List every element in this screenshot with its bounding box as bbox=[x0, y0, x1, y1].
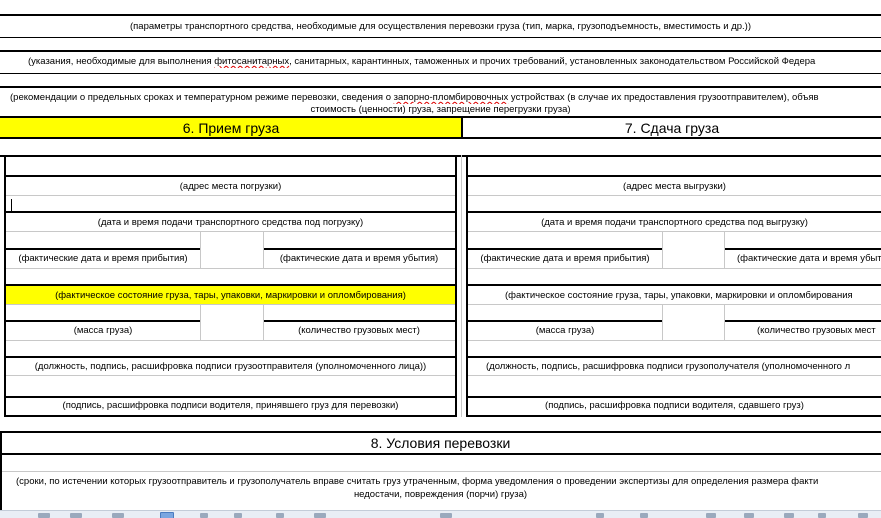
row-border bbox=[468, 320, 662, 322]
column-gridline bbox=[662, 305, 663, 341]
section7-driver-signature: (подпись, расшифровка подписи водителя, … bbox=[545, 400, 804, 411]
column-gridline bbox=[200, 305, 201, 341]
row-border bbox=[0, 37, 881, 38]
section8-terms-line2: недостачи, повреждения (порчи) груза) bbox=[353, 489, 528, 500]
row-gridline bbox=[6, 268, 455, 269]
toolbar-selected-button-icon[interactable] bbox=[160, 512, 174, 518]
row-border bbox=[6, 175, 455, 177]
row-gridline bbox=[468, 231, 881, 232]
section7-cargo-condition: (фактическое состояние груза, тары, упак… bbox=[505, 290, 853, 301]
section8-title: 8. Условия перевозки bbox=[370, 435, 511, 451]
row-border bbox=[263, 248, 455, 250]
row-gridline bbox=[6, 231, 455, 232]
column-gridline bbox=[200, 232, 201, 269]
row-gridline bbox=[468, 375, 881, 376]
section6-places-count: (количество грузовых мест) bbox=[298, 325, 420, 336]
toolbar-button-icon[interactable] bbox=[314, 513, 326, 518]
column-gridline bbox=[662, 232, 663, 269]
row-border bbox=[0, 137, 881, 139]
section8-terms-line1: (сроки, по истечении которых грузоотправ… bbox=[16, 476, 819, 487]
row-gridline bbox=[6, 195, 455, 196]
row-border bbox=[6, 248, 200, 250]
section6-vehicle-arrival-datetime: (дата и время подачи транспортного средс… bbox=[97, 217, 364, 228]
section7-places-count: (количество грузовых мест bbox=[757, 325, 876, 336]
section6-shipper-signature: (должность, подпись, расшифровка подписи… bbox=[34, 361, 427, 372]
toolbar-button-icon[interactable] bbox=[818, 513, 826, 518]
toolbar-button-icon[interactable] bbox=[276, 513, 284, 518]
row-border bbox=[0, 50, 881, 52]
block-bottom-border bbox=[4, 415, 457, 417]
section7-actual-departure: (фактические дата и время убыти bbox=[737, 253, 881, 264]
column-gridline bbox=[724, 232, 725, 269]
row-border bbox=[0, 73, 881, 74]
row-border bbox=[468, 175, 881, 177]
toolbar-button-icon[interactable] bbox=[706, 513, 716, 518]
row-gridline bbox=[468, 195, 881, 196]
row-gridline bbox=[468, 340, 881, 341]
toolbar-button-icon[interactable] bbox=[640, 513, 648, 518]
toolbar-button-icon[interactable] bbox=[440, 513, 452, 518]
block-top-border bbox=[0, 155, 881, 157]
row-border bbox=[0, 116, 881, 118]
row-border bbox=[468, 396, 881, 398]
row-border bbox=[6, 284, 455, 286]
toolbar-button-icon[interactable] bbox=[112, 513, 124, 518]
recommendations-label-line1: (рекомендации о предельных сроках и темп… bbox=[10, 92, 819, 103]
row-gridline bbox=[6, 304, 455, 305]
row-border bbox=[0, 453, 881, 455]
section6-actual-arrival: (фактические дата и время прибытия) bbox=[18, 253, 188, 264]
instructions-label: (указания, необходимые для выполнения фи… bbox=[28, 56, 816, 67]
toolbar-button-icon[interactable] bbox=[70, 513, 82, 518]
toolbar-button-icon[interactable] bbox=[744, 513, 754, 518]
row-border bbox=[468, 248, 662, 250]
row-border bbox=[468, 356, 881, 358]
row-border bbox=[468, 284, 881, 286]
toolbar-button-icon[interactable] bbox=[858, 513, 868, 518]
row-border bbox=[468, 211, 881, 213]
column-gridline bbox=[724, 305, 725, 341]
block-bottom-border bbox=[466, 415, 881, 417]
section6-title: 6. Прием груза bbox=[182, 120, 280, 136]
spreadsheet-page: (параметры транспортного средства, необх… bbox=[0, 0, 881, 510]
row-border bbox=[724, 248, 881, 250]
section7-actual-arrival: (фактические дата и время прибытия) bbox=[480, 253, 650, 264]
row-border bbox=[0, 86, 881, 88]
section6-actual-departure: (фактические дата и время убытия) bbox=[279, 253, 439, 264]
row-gridline bbox=[6, 340, 455, 341]
recommendations-label-line2: стоимость (ценности) груза, запрещение п… bbox=[310, 104, 571, 115]
cargo-transport-params-label: (параметры транспортного средства, необх… bbox=[129, 21, 752, 32]
section6-cargo-condition: (фактическое состояние груза, тары, упак… bbox=[55, 290, 406, 301]
section7-cargo-mass: (масса груза) bbox=[535, 325, 595, 336]
section6-driver-signature: (подпись, расшифровка подписи водителя, … bbox=[62, 400, 399, 411]
row-border bbox=[6, 396, 455, 398]
row-gridline bbox=[468, 268, 881, 269]
row-gridline bbox=[6, 375, 455, 376]
row-border bbox=[0, 14, 881, 16]
section6-right-border bbox=[455, 155, 457, 417]
row-border bbox=[263, 320, 455, 322]
section7-unloading-address: (адрес места выгрузки) bbox=[623, 181, 726, 192]
toolbar-button-icon[interactable] bbox=[596, 513, 604, 518]
row-border bbox=[6, 211, 455, 213]
section7-vehicle-arrival-datetime: (дата и время подачи транспортного средс… bbox=[541, 217, 808, 228]
toolbar-button-icon[interactable] bbox=[784, 513, 794, 518]
row-border bbox=[6, 356, 455, 358]
section6-cargo-mass: (масса груза) bbox=[73, 325, 133, 336]
row-gridline bbox=[468, 304, 881, 305]
row-border bbox=[6, 320, 200, 322]
row-border bbox=[724, 320, 881, 322]
row-gridline bbox=[2, 471, 881, 472]
toolbar-button-icon[interactable] bbox=[38, 513, 50, 518]
toolbar-button-icon[interactable] bbox=[234, 513, 242, 518]
section7-title: 7. Сдача груза bbox=[624, 120, 720, 136]
toolbar-button-icon[interactable] bbox=[200, 513, 208, 518]
section8-top-border bbox=[0, 431, 881, 433]
column-gridline bbox=[461, 155, 462, 417]
section7-consignee-signature: (должность, подпись, расшифровка подписи… bbox=[486, 361, 851, 372]
section6-loading-address: (адрес места погрузки) bbox=[179, 181, 282, 192]
